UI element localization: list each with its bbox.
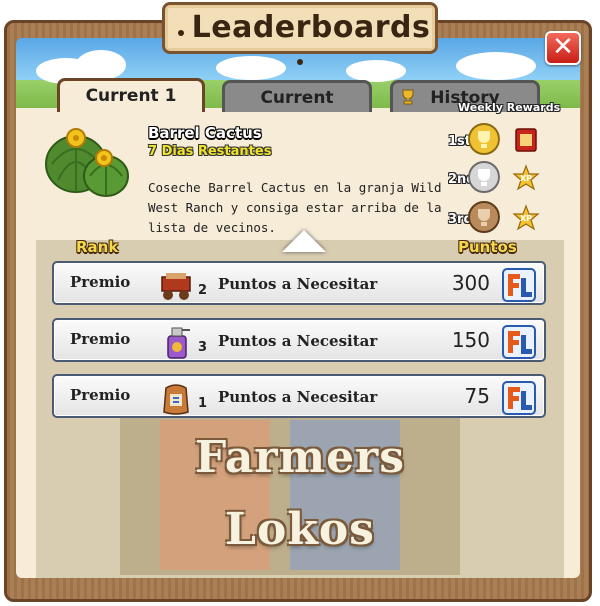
wagon-icon bbox=[161, 273, 191, 300]
days-remaining: 7 Dias Restantes bbox=[148, 144, 272, 159]
spray-bottle-icon bbox=[167, 327, 190, 359]
tab-current-label: Current bbox=[260, 88, 334, 108]
xp-star-icon: XP bbox=[512, 164, 540, 191]
premio-label: Premio bbox=[70, 386, 131, 404]
tab-current-1-label: Current 1 bbox=[85, 86, 177, 106]
prize-count: 1 bbox=[198, 396, 208, 411]
points-needed-label: Puntos a Necesitar bbox=[218, 275, 378, 293]
item-description: Coseche Barrel Cactus en la granja Wild … bbox=[148, 180, 442, 235]
watermark-line-2: Lokos bbox=[225, 504, 375, 555]
title-dot-left bbox=[177, 29, 184, 36]
prize-count: 3 bbox=[198, 340, 208, 355]
points-column-header: Puntos bbox=[458, 238, 517, 256]
reward-row-3rd: 3rd XP bbox=[448, 200, 558, 238]
title-banner: Leaderboards bbox=[162, 2, 438, 65]
weekly-rewards-label: Weekly Rewards bbox=[458, 101, 561, 114]
premio-label: Premio bbox=[70, 330, 131, 348]
fl-points-icon bbox=[502, 381, 536, 415]
xp-star-icon: XP bbox=[512, 204, 540, 231]
prize-count: 2 bbox=[198, 283, 208, 298]
item-name: Barrel Cactus bbox=[148, 124, 262, 142]
silver-trophy-icon bbox=[468, 161, 500, 193]
calendar-badge-icon bbox=[515, 128, 537, 152]
title-dot-right bbox=[297, 58, 303, 65]
points-needed-label: Puntos a Necesitar bbox=[218, 332, 378, 350]
xp-label: XP bbox=[520, 214, 532, 223]
xp-label: XP bbox=[520, 174, 532, 183]
premio-label: Premio bbox=[70, 273, 131, 291]
gold-trophy-icon bbox=[468, 123, 500, 155]
points-value: 75 bbox=[464, 384, 490, 408]
close-icon: ✕ bbox=[552, 32, 574, 62]
leaderboard-row: Premio 3 Puntos a Necesitar 150 bbox=[52, 318, 546, 362]
window-title: Leaderboards bbox=[191, 10, 431, 45]
barrel-cactus-icon bbox=[45, 128, 129, 197]
leaderboard-row: Premio 2 Puntos a Necesitar 300 bbox=[52, 261, 546, 305]
fl-points-icon bbox=[502, 268, 536, 302]
points-value: 300 bbox=[451, 271, 490, 295]
reward-row-1st: 1st bbox=[448, 122, 558, 160]
points-value: 150 bbox=[451, 328, 490, 352]
reward-row-2nd: 2nd XP bbox=[448, 160, 558, 198]
tab-current[interactable]: Current bbox=[222, 80, 372, 112]
rank-column-header: Rank bbox=[76, 238, 119, 256]
points-needed-label: Puntos a Necesitar bbox=[218, 388, 378, 406]
fl-points-icon bbox=[502, 325, 536, 359]
close-button[interactable]: ✕ bbox=[545, 31, 581, 65]
scroll-up-arrow-icon[interactable] bbox=[282, 230, 326, 252]
bronze-trophy-icon bbox=[468, 201, 500, 233]
tab-current-1[interactable]: Current 1 bbox=[57, 78, 205, 112]
leaderboard-row: Premio 1 Puntos a Necesitar 75 bbox=[52, 374, 546, 418]
watermark-line-1: Farmers bbox=[194, 432, 406, 483]
trophy-icon bbox=[402, 89, 414, 105]
fertilizer-bag-icon bbox=[163, 384, 189, 415]
